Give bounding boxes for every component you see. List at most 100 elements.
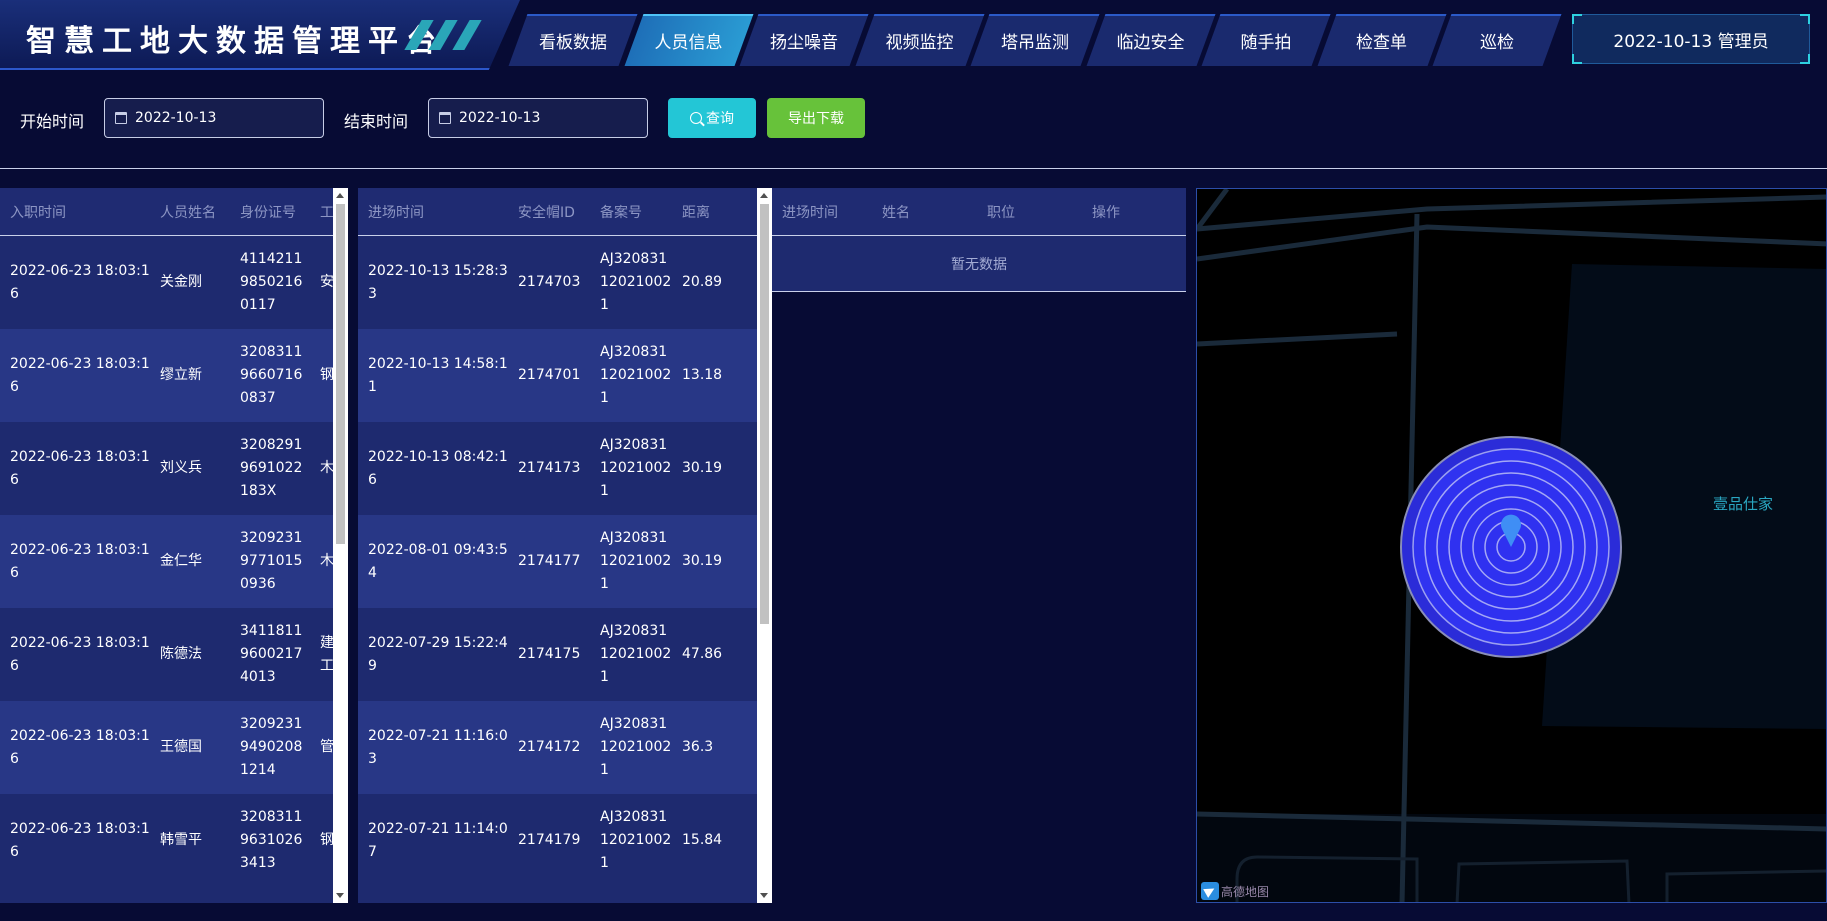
table-cell: 2174703 — [518, 274, 581, 290]
end-date-input[interactable]: 2022-10-13 — [428, 98, 648, 138]
table-cell: 2022-07-29 15:22:49 — [368, 634, 508, 674]
table-cell: 2022-06-23 18:03:16 — [10, 541, 150, 581]
table-row[interactable]: 2022-07-21 11:14:07 2174179 AJ320831120210… — [358, 794, 772, 887]
main-nav: 看板数据 人员信息 扬尘噪音 视频监控 塔吊监测 临边安全 随手拍 检查单 巡检 — [518, 14, 1558, 66]
entry-table-header: 进场时间 安全帽ID 备案号 距离 — [358, 188, 772, 236]
table-cell: 关金刚 — [160, 274, 202, 290]
table-cell: 2174177 — [518, 553, 581, 569]
table-cell: 2022-06-23 18:03:16 — [10, 262, 150, 302]
scroll-up-arrow-icon[interactable] — [336, 193, 344, 198]
table-row[interactable]: 2022-06-23 18:03:16 王德国 320923194902081214… — [0, 701, 348, 794]
nav-tab-label: 随手拍 — [1240, 32, 1292, 53]
table-cell: AJ320831120210021 — [600, 344, 672, 406]
nav-tab-label: 巡检 — [1480, 32, 1514, 53]
table-row[interactable]: 2022-10-13 08:42:16 2174173 AJ320831120210… — [358, 422, 772, 515]
table-row[interactable]: 2022-07-29 15:22:49 2174175 AJ320831120210… — [358, 608, 772, 701]
table-row[interactable]: 2022-10-13 15:28:33 2174703 AJ320831120210… — [358, 236, 772, 329]
table-cell: 320831196310263413 — [240, 809, 303, 871]
table-cell: 2022-10-13 14:58:11 — [368, 355, 508, 395]
calendar-icon — [439, 112, 451, 124]
table-row[interactable]: 2022-06-23 18:03:16 缪立新 320831196607160837… — [0, 329, 348, 422]
nav-tab[interactable]: 巡检 — [1442, 14, 1552, 66]
nav-tab-label: 临边安全 — [1116, 32, 1185, 53]
staff-table-body: 2022-06-23 18:03:16 关金刚 411421198502160117… — [0, 236, 348, 887]
table-cell: 2174172 — [518, 739, 581, 755]
nav-tab[interactable]: 扬尘噪音 — [749, 14, 859, 66]
map-attribution: 高德地图 — [1201, 882, 1269, 900]
scroll-up-arrow-icon[interactable] — [760, 193, 768, 198]
location-map[interactable]: 壹品仕家 高德地图 — [1196, 188, 1827, 903]
table-row[interactable]: 2022-06-23 18:03:16 金仁华 320923197710150936… — [0, 515, 348, 608]
export-button[interactable]: 导出下载 — [767, 98, 865, 138]
app-title: 智慧工地大数据管理平台 — [26, 24, 444, 59]
scroll-down-arrow-icon[interactable] — [336, 893, 344, 898]
table-cell: 36.3 — [682, 739, 714, 755]
table-row[interactable]: 2022-06-23 18:03:16 关金刚 411421198502160117… — [0, 236, 348, 329]
detail-column-header: 进场时间 — [782, 204, 838, 221]
table-cell: 2022-10-13 08:42:16 — [368, 448, 508, 488]
table-cell: 2174179 — [518, 832, 581, 848]
nav-tab[interactable]: 随手拍 — [1211, 14, 1321, 66]
section-divider — [0, 168, 1827, 169]
start-date-input[interactable]: 2022-10-13 — [104, 98, 324, 138]
table-cell: 15.84 — [682, 832, 723, 848]
entry-table-body: 2022-10-13 15:28:33 2174703 AJ320831120210… — [358, 236, 772, 887]
entry-table-scrollbar[interactable] — [757, 188, 772, 903]
table-cell: 2022-07-21 11:14:07 — [368, 820, 508, 860]
table-row[interactable]: 2022-07-21 11:16:03 2174172 AJ320831120210… — [358, 701, 772, 794]
nav-tab-label: 塔吊监测 — [1001, 32, 1069, 53]
table-row[interactable]: 2022-08-01 09:43:54 2174177 AJ320831120210… — [358, 515, 772, 608]
map-logo-icon — [1201, 882, 1219, 900]
empty-state-text: 暂无数据 — [772, 236, 1186, 292]
table-cell: 刘义兵 — [160, 460, 202, 476]
staff-table-scrollbar[interactable] — [333, 188, 348, 903]
staff-column-header: 人员姓名 — [160, 204, 216, 221]
table-cell: 320923194902081214 — [240, 716, 303, 778]
map-attribution-text: 高德地图 — [1221, 884, 1270, 899]
table-cell: 2022-06-23 18:03:16 — [10, 820, 150, 860]
top-header: 智慧工地大数据管理平台 看板数据 人员信息 扬尘噪音 视频监控 塔吊监测 临边安全 随手拍 检… — [0, 0, 1827, 72]
table-row[interactable]: 2022-06-23 18:03:16 韩雪平 320831196310263413… — [0, 794, 348, 887]
detail-column-header: 姓名 — [882, 204, 910, 221]
scroll-down-arrow-icon[interactable] — [760, 893, 768, 898]
table-cell: AJ320831120210021 — [600, 530, 672, 592]
table-cell: 411421198502160117 — [240, 251, 303, 313]
map-place-label: 壹品仕家 — [1713, 495, 1774, 513]
user-info-text: 2022-10-13 管理员 — [1613, 31, 1769, 52]
table-cell: 金仁华 — [160, 553, 202, 569]
staff-table-header: 入职时间 人员姓名 身份证号工 — [0, 188, 348, 236]
table-cell: 王德国 — [160, 739, 202, 755]
query-button[interactable]: 查询 — [668, 98, 756, 138]
table-row[interactable]: 2022-06-23 18:03:16 刘义兵 32082919691022183X… — [0, 422, 348, 515]
nav-tab-label: 人员信息 — [654, 32, 723, 53]
nav-tab-label: 检查单 — [1356, 32, 1407, 53]
table-cell: 341181196002174013 — [240, 623, 303, 685]
decorative-stripes — [404, 20, 485, 50]
search-icon — [690, 112, 702, 124]
start-time-label: 开始时间 — [20, 112, 85, 131]
start-date-value: 2022-10-13 — [135, 110, 217, 126]
user-info-box[interactable]: 2022-10-13 管理员 — [1572, 14, 1810, 64]
entry-column-header: 备案号 — [600, 204, 642, 221]
nav-tab[interactable]: 临边安全 — [1096, 14, 1206, 66]
table-cell: 2022-06-23 18:03:16 — [10, 355, 150, 395]
nav-tab[interactable]: 塔吊监测 — [980, 14, 1090, 66]
table-cell: 2022-08-01 09:43:54 — [368, 541, 508, 581]
table-cell: 320923197710150936 — [240, 530, 303, 592]
calendar-icon — [115, 112, 127, 124]
filter-bar: 开始时间 2022-10-13 结束时间 2022-10-13 查询 导出下载 — [0, 96, 1827, 140]
nav-tab-label: 扬尘噪音 — [770, 32, 838, 53]
nav-tab[interactable]: 检查单 — [1327, 14, 1437, 66]
table-row[interactable]: 2022-06-23 18:03:16 陈德法 341181196002174013… — [0, 608, 348, 701]
nav-tab[interactable]: 看板数据 — [518, 14, 628, 66]
table-cell: AJ320831120210021 — [600, 716, 672, 778]
table-cell: 2022-06-23 18:03:16 — [10, 727, 150, 767]
table-cell: 2022-10-13 15:28:33 — [368, 262, 508, 302]
nav-tab[interactable]: 人员信息 — [634, 14, 744, 66]
scrollbar-thumb[interactable] — [336, 204, 345, 544]
table-row[interactable]: 2022-10-13 14:58:11 2174701 AJ320831120210… — [358, 329, 772, 422]
scrollbar-thumb[interactable] — [760, 204, 769, 624]
detail-column-header: 操作 — [1092, 204, 1120, 221]
nav-tab[interactable]: 视频监控 — [865, 14, 975, 66]
end-date-value: 2022-10-13 — [459, 110, 541, 126]
